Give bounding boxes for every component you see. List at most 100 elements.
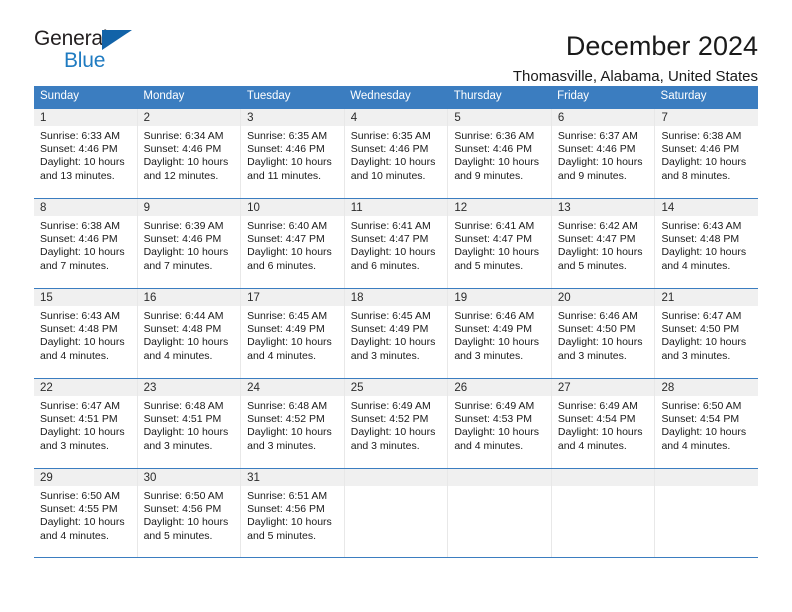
daylight-duration-line1: Daylight: 10 hours <box>557 246 643 259</box>
sunset-time: Sunset: 4:47 PM <box>454 233 532 246</box>
daylight-duration-line1: Daylight: 10 hours <box>143 516 229 529</box>
calendar-day-cell[interactable]: 9 Sunrise: 6:39 AM Sunset: 4:46 PM Daylight… <box>137 199 242 288</box>
day-number: 27 <box>551 379 655 396</box>
sunrise-time: Sunrise: 6:50 AM <box>661 400 742 412</box>
calendar-day-cell[interactable]: 13 Sunrise: 6:42 AM Sunset: 4:47 PM Dayligh… <box>551 199 656 288</box>
day-number: 18 <box>344 289 448 306</box>
sunset-time: Sunset: 4:48 PM <box>661 233 740 246</box>
daylight-duration-line1: Daylight: 10 hours <box>247 516 332 529</box>
calendar-day-cell[interactable]: 24 Sunrise: 6:48 AM Sunset: 4:52 PM Dayligh… <box>241 379 345 468</box>
calendar-day-cell-empty <box>448 469 552 557</box>
daylight-duration-line2: and 3 minutes. <box>40 439 109 452</box>
calendar-day-cell[interactable]: 4 Sunrise: 6:35 AM Sunset: 4:46 PM Daylight… <box>344 109 449 198</box>
daylight-duration-line1: Daylight: 10 hours <box>40 246 125 259</box>
day-number <box>655 469 759 486</box>
calendar-day-cell[interactable]: 26 Sunrise: 6:49 AM Sunset: 4:53 PM Dayligh… <box>448 379 552 468</box>
day-details: Sunrise: 6:45 AM Sunset: 4:49 PM Daylight:… <box>345 306 448 363</box>
calendar-day-cell[interactable]: 12 Sunrise: 6:41 AM Sunset: 4:47 PM Dayligh… <box>448 199 552 288</box>
calendar-day-cell[interactable]: 15 Sunrise: 6:43 AM Sunset: 4:48 PM Dayligh… <box>34 289 138 378</box>
calendar-day-cell[interactable]: 21 Sunrise: 6:47 AM Sunset: 4:50 PM Dayligh… <box>655 289 759 378</box>
calendar-day-cell[interactable]: 8 Sunrise: 6:38 AM Sunset: 4:46 PM Daylight… <box>34 199 138 288</box>
day-number: 4 <box>344 109 448 126</box>
daylight-duration-line2: and 4 minutes. <box>557 439 627 452</box>
daylight-duration-line1: Daylight: 10 hours <box>143 336 229 349</box>
day-details: Sunrise: 6:38 AM Sunset: 4:46 PM Daylight:… <box>655 126 758 183</box>
daylight-duration-line2: and 4 minutes. <box>143 349 213 362</box>
daylight-duration-line2: and 4 minutes. <box>661 439 731 452</box>
day-number: 13 <box>551 199 655 216</box>
calendar-day-cell[interactable]: 19 Sunrise: 6:46 AM Sunset: 4:49 PM Dayligh… <box>448 289 552 378</box>
daylight-duration-line2: and 10 minutes. <box>350 169 426 182</box>
sunrise-time: Sunrise: 6:40 AM <box>247 220 328 232</box>
day-details: Sunrise: 6:49 AM Sunset: 4:52 PM Daylight:… <box>345 396 448 453</box>
calendar-day-cell[interactable]: 6 Sunrise: 6:37 AM Sunset: 4:46 PM Daylight… <box>551 109 656 198</box>
sunset-time: Sunset: 4:49 PM <box>454 323 532 336</box>
calendar-day-cell[interactable]: 30 Sunrise: 6:50 AM Sunset: 4:56 PM Dayligh… <box>137 469 242 557</box>
calendar-day-cell[interactable]: 3 Sunrise: 6:35 AM Sunset: 4:46 PM Daylight… <box>241 109 345 198</box>
sunset-time: Sunset: 4:48 PM <box>143 323 222 336</box>
day-details <box>345 486 448 490</box>
day-number: 23 <box>137 379 241 396</box>
calendar-page: General Blue December 2024 Thomasville, … <box>0 0 792 612</box>
day-number: 5 <box>448 109 551 126</box>
calendar-day-cell[interactable]: 14 Sunrise: 6:43 AM Sunset: 4:48 PM Dayligh… <box>655 199 759 288</box>
day-number: 17 <box>241 289 344 306</box>
sunset-time: Sunset: 4:49 PM <box>350 323 429 336</box>
calendar-day-cell[interactable]: 31 Sunrise: 6:51 AM Sunset: 4:56 PM Dayligh… <box>241 469 345 557</box>
day-details: Sunrise: 6:50 AM Sunset: 4:54 PM Daylight:… <box>655 396 758 453</box>
sunset-time: Sunset: 4:48 PM <box>40 323 118 336</box>
daylight-duration-line2: and 6 minutes. <box>350 259 420 272</box>
day-details: Sunrise: 6:39 AM Sunset: 4:46 PM Daylight:… <box>138 216 241 273</box>
daylight-duration-line2: and 3 minutes. <box>247 439 317 452</box>
calendar-day-cell[interactable]: 10 Sunrise: 6:40 AM Sunset: 4:47 PM Dayligh… <box>241 199 345 288</box>
day-details <box>655 486 758 490</box>
daylight-duration-line2: and 5 minutes. <box>557 259 627 272</box>
calendar-day-cell[interactable]: 1 Sunrise: 6:33 AM Sunset: 4:46 PM Daylight… <box>34 109 138 198</box>
sunset-time: Sunset: 4:54 PM <box>661 413 740 426</box>
daylight-duration-line2: and 8 minutes. <box>661 169 731 182</box>
day-number: 3 <box>241 109 344 126</box>
sunset-time: Sunset: 4:46 PM <box>143 233 222 246</box>
calendar-day-cell[interactable]: 22 Sunrise: 6:47 AM Sunset: 4:51 PM Dayligh… <box>34 379 138 468</box>
calendar-day-cell[interactable]: 23 Sunrise: 6:48 AM Sunset: 4:51 PM Dayligh… <box>137 379 242 468</box>
daylight-duration-line2: and 11 minutes. <box>247 169 322 182</box>
day-details: Sunrise: 6:48 AM Sunset: 4:51 PM Daylight:… <box>138 396 241 453</box>
sunset-time: Sunset: 4:47 PM <box>247 233 325 246</box>
calendar-day-cell[interactable]: 27 Sunrise: 6:49 AM Sunset: 4:54 PM Dayligh… <box>551 379 656 468</box>
brand-logo[interactable]: General Blue <box>34 28 164 74</box>
calendar-day-cell[interactable]: 20 Sunrise: 6:46 AM Sunset: 4:50 PM Dayligh… <box>551 289 656 378</box>
calendar-day-cell[interactable]: 28 Sunrise: 6:50 AM Sunset: 4:54 PM Dayligh… <box>655 379 759 468</box>
daylight-duration-line2: and 7 minutes. <box>40 259 109 272</box>
calendar-day-cell[interactable]: 11 Sunrise: 6:41 AM Sunset: 4:47 PM Dayligh… <box>344 199 449 288</box>
sunset-time: Sunset: 4:49 PM <box>247 323 325 336</box>
sunrise-time: Sunrise: 6:34 AM <box>143 130 224 142</box>
calendar-week-row: 15 Sunrise: 6:43 AM Sunset: 4:48 PM Dayligh… <box>34 288 759 378</box>
day-number: 21 <box>655 289 759 306</box>
daylight-duration-line2: and 4 minutes. <box>661 259 731 272</box>
calendar-day-cell[interactable]: 5 Sunrise: 6:36 AM Sunset: 4:46 PM Daylight… <box>448 109 552 198</box>
sunrise-time: Sunrise: 6:35 AM <box>247 130 328 142</box>
calendar-day-cell[interactable]: 29 Sunrise: 6:50 AM Sunset: 4:55 PM Dayligh… <box>34 469 138 557</box>
calendar-day-cell[interactable]: 2 Sunrise: 6:34 AM Sunset: 4:46 PM Daylight… <box>137 109 242 198</box>
daylight-duration-line1: Daylight: 10 hours <box>350 156 436 169</box>
day-number: 14 <box>655 199 759 216</box>
daylight-duration-line1: Daylight: 10 hours <box>661 426 747 439</box>
calendar-day-cell[interactable]: 25 Sunrise: 6:49 AM Sunset: 4:52 PM Dayligh… <box>344 379 449 468</box>
calendar-week-row: 8 Sunrise: 6:38 AM Sunset: 4:46 PM Daylight… <box>34 198 759 288</box>
daylight-duration-line2: and 3 minutes. <box>350 439 420 452</box>
sunset-time: Sunset: 4:47 PM <box>350 233 429 246</box>
sunrise-time: Sunrise: 6:47 AM <box>40 400 120 412</box>
weekday-header-thursday: Thursday <box>453 90 502 102</box>
sunrise-time: Sunrise: 6:37 AM <box>557 130 638 142</box>
calendar-day-cell[interactable]: 17 Sunrise: 6:45 AM Sunset: 4:49 PM Dayligh… <box>241 289 345 378</box>
day-details: Sunrise: 6:40 AM Sunset: 4:47 PM Daylight:… <box>241 216 344 273</box>
day-number <box>344 469 448 486</box>
daylight-duration-line1: Daylight: 10 hours <box>247 156 332 169</box>
daylight-duration-line2: and 3 minutes. <box>454 349 524 362</box>
day-details: Sunrise: 6:46 AM Sunset: 4:49 PM Daylight:… <box>448 306 551 363</box>
calendar-day-cell[interactable]: 16 Sunrise: 6:44 AM Sunset: 4:48 PM Dayligh… <box>137 289 242 378</box>
daylight-duration-line2: and 4 minutes. <box>454 439 524 452</box>
calendar-day-cell[interactable]: 18 Sunrise: 6:45 AM Sunset: 4:49 PM Dayligh… <box>344 289 449 378</box>
calendar-day-cell[interactable]: 7 Sunrise: 6:38 AM Sunset: 4:46 PM Daylight… <box>655 109 759 198</box>
day-number: 16 <box>137 289 241 306</box>
